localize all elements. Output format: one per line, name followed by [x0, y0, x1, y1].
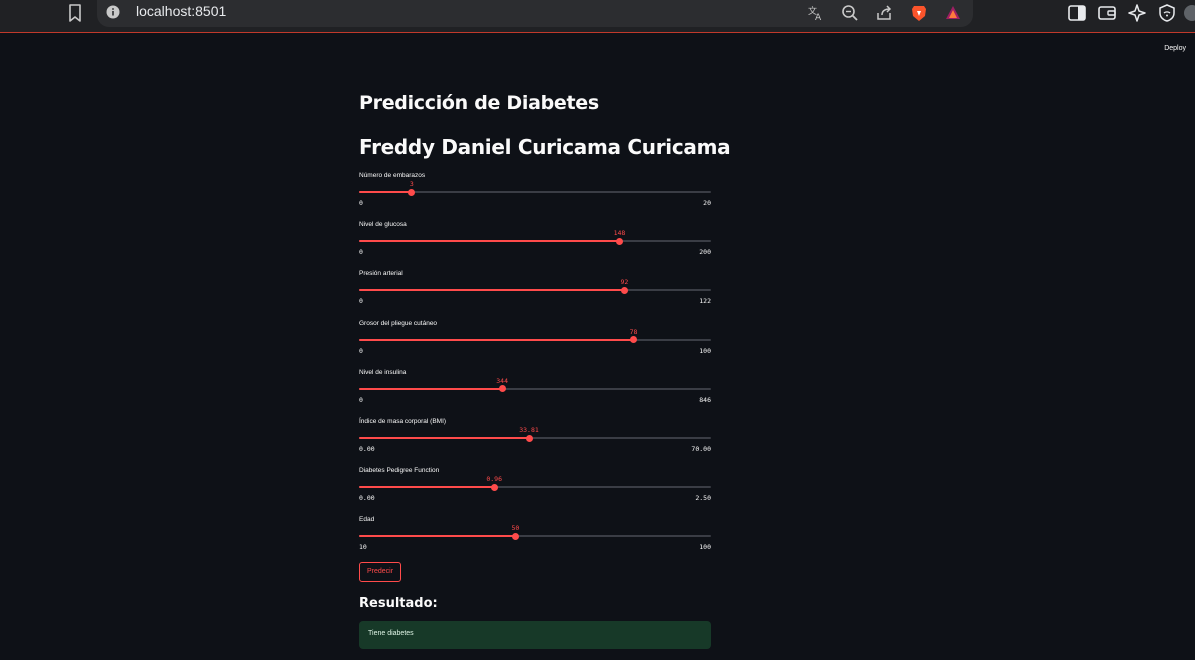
slider-label: Presión arterial [359, 270, 403, 278]
slider-fill [359, 338, 634, 341]
slider-fill [359, 535, 516, 538]
site-info-icon[interactable] [105, 4, 121, 20]
slider[interactable]: Nivel de glucosa 148 0 200 [359, 221, 711, 261]
leo-ai-icon[interactable] [1126, 2, 1148, 24]
result-heading: Resultado: [359, 596, 438, 611]
slider-max: 100 [699, 346, 711, 355]
slider-min: 0 [359, 346, 363, 355]
slider-min: 0.00 [359, 494, 375, 503]
slider-thumb[interactable] [630, 336, 638, 344]
slider-track[interactable] [359, 286, 711, 294]
slider-track[interactable] [359, 434, 711, 442]
slider-thumb[interactable] [490, 483, 498, 491]
slider-max: 70.00 [691, 445, 711, 453]
result-message: Tiene diabetes [368, 630, 414, 637]
slider-fill [359, 240, 620, 243]
slider-track[interactable] [359, 237, 711, 245]
slider-value: 78 [629, 327, 638, 336]
author-name: Freddy Daniel Curicama Curicama [359, 135, 731, 159]
slider[interactable]: Número de embarazos 3 0 20 [359, 172, 711, 212]
slider-max: 2.50 [695, 494, 711, 503]
bookmark-icon[interactable] [64, 2, 86, 24]
sidebar-icon[interactable] [1066, 2, 1088, 24]
slider-min: 0 [359, 248, 363, 257]
slider-label: Diabetes Pedigree Function [359, 467, 440, 475]
brave-shield-icon[interactable] [909, 3, 929, 23]
slider[interactable]: Nivel de insulina 344 0 846 [359, 369, 711, 409]
slider-min: 0 [359, 297, 363, 306]
slider-thumb[interactable] [511, 532, 519, 540]
slider-value: 33.81 [519, 426, 539, 434]
slider-thumb[interactable] [408, 188, 416, 196]
svg-text:A: A [815, 13, 822, 23]
slider-track[interactable] [359, 336, 711, 344]
slider-value: 50 [511, 524, 520, 533]
slider-track[interactable] [359, 483, 711, 491]
translate-icon[interactable]: 文A [806, 3, 826, 23]
slider-value: 3 [409, 180, 414, 188]
slider-track[interactable] [359, 532, 711, 540]
slider-track[interactable] [359, 385, 711, 393]
share-icon[interactable] [874, 3, 894, 23]
slider-label: Nivel de glucosa [359, 221, 407, 229]
profile-icon[interactable] [1181, 2, 1195, 24]
slider[interactable]: Presión arterial 92 0 122 [359, 270, 711, 310]
browser-toolbar: localhost:8501 文A [0, 0, 1195, 33]
slider-min: 0.00 [359, 445, 375, 453]
page-title: Predicción de Diabetes [359, 92, 599, 114]
slider-min: 0 [359, 199, 363, 207]
slider-fill [359, 437, 530, 439]
slider-max: 100 [699, 543, 711, 552]
slider[interactable]: Diabetes Pedigree Function 0.96 0.00 2.50 [359, 467, 711, 507]
predict-button[interactable]: Predecir [359, 562, 401, 582]
deploy-button[interactable]: Deploy [1164, 45, 1186, 52]
brave-rewards-icon[interactable] [943, 3, 963, 23]
slider-label: Número de embarazos [359, 172, 426, 179]
slider-thumb[interactable] [498, 385, 506, 393]
address-bar[interactable]: localhost:8501 文A [97, 0, 973, 27]
result-alert: Tiene diabetes [359, 621, 711, 649]
vpn-icon[interactable] [1156, 2, 1178, 24]
slider-max: 122 [699, 297, 711, 306]
slider-max: 846 [699, 395, 711, 404]
slider[interactable]: Edad 50 10 100 [359, 516, 711, 556]
slider-label: Índice de masa corporal (BMI) [359, 418, 447, 425]
slider[interactable]: Índice de masa corporal (BMI) 33.81 0.00 70… [359, 418, 711, 458]
wallet-icon[interactable] [1096, 2, 1118, 24]
slider-thumb[interactable] [615, 237, 623, 245]
slider-value: 92 [620, 278, 629, 287]
slider-thumb[interactable] [525, 434, 533, 442]
slider-fill [359, 387, 503, 390]
slider[interactable]: Grosor del pliegue cutáneo 78 0 100 [359, 320, 711, 360]
slider-value: 344 [496, 376, 508, 385]
slider-label: Nivel de insulina [359, 368, 407, 376]
url-text: localhost:8501 [136, 3, 227, 19]
toolbar-divider [0, 32, 1195, 33]
slider-min: 10 [359, 543, 367, 552]
slider-label: Edad [359, 516, 375, 524]
slider-value: 0.96 [486, 475, 502, 484]
slider-fill [359, 191, 412, 193]
slider-max: 200 [699, 248, 711, 257]
slider-min: 0 [359, 395, 363, 404]
slider-max: 20 [703, 199, 711, 207]
slider-fill [359, 486, 495, 489]
slider-track[interactable] [359, 188, 711, 196]
slider-label: Grosor del pliegue cutáneo [359, 319, 438, 327]
slider-value: 148 [613, 229, 626, 238]
slider-fill [359, 289, 625, 292]
zoom-icon[interactable] [840, 3, 860, 23]
slider-thumb[interactable] [620, 286, 628, 294]
